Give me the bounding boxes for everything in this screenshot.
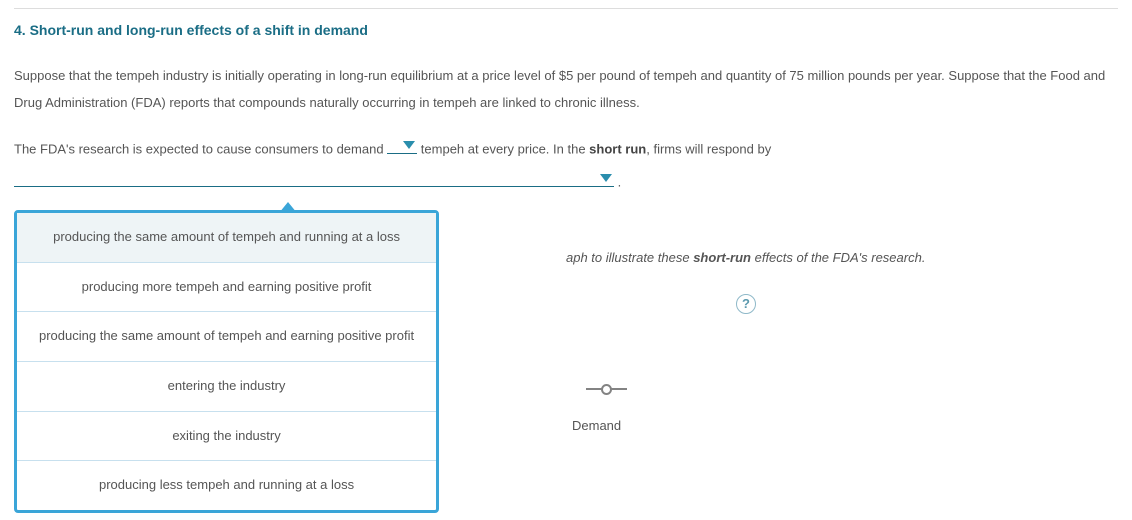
sentence-part-3: , firms will respond by (646, 142, 771, 157)
legend-line-icon (586, 388, 602, 390)
sentence-part-1: The FDA's research is expected to cause … (14, 142, 387, 157)
sentence-period: . (618, 175, 622, 190)
dropdown-1-demand-direction[interactable] (387, 134, 417, 154)
chevron-down-icon (600, 174, 612, 182)
help-icon[interactable]: ? (736, 294, 756, 314)
chevron-down-icon (403, 141, 415, 149)
question-heading: 4. Short-run and long-run effects of a s… (14, 22, 368, 38)
question-title: Short-run and long-run effects of a shif… (30, 22, 368, 38)
dropdown-option[interactable]: producing the same amount of tempeh and … (17, 213, 436, 263)
sentence-part-2: tempeh at every price. In the (421, 142, 589, 157)
dropdown-option[interactable]: producing more tempeh and earning positi… (17, 263, 436, 313)
graph-instructions: aph to illustrate these short-run effect… (566, 246, 925, 271)
question-number: 4. (14, 22, 26, 38)
fill-in-sentence: The FDA's research is expected to cause … (14, 134, 1118, 196)
legend-line-icon (611, 388, 627, 390)
dropdown-option[interactable]: producing the same amount of tempeh and … (17, 312, 436, 362)
dropdown-option[interactable]: entering the industry (17, 362, 436, 412)
legend-demand-label: Demand (572, 414, 621, 439)
legend-demand-swatch[interactable] (586, 384, 627, 395)
dropdown-option[interactable]: exiting the industry (17, 412, 436, 462)
dropdown-caret-icon (279, 202, 297, 213)
dropdown-option[interactable]: producing less tempeh and running at a l… (17, 461, 436, 510)
dropdown-2-panel: producing the same amount of tempeh and … (14, 210, 439, 513)
scenario-text: Suppose that the tempeh industry is init… (14, 62, 1118, 117)
short-run-bold: short run (589, 142, 646, 157)
dropdown-2-firm-response[interactable] (14, 167, 614, 187)
